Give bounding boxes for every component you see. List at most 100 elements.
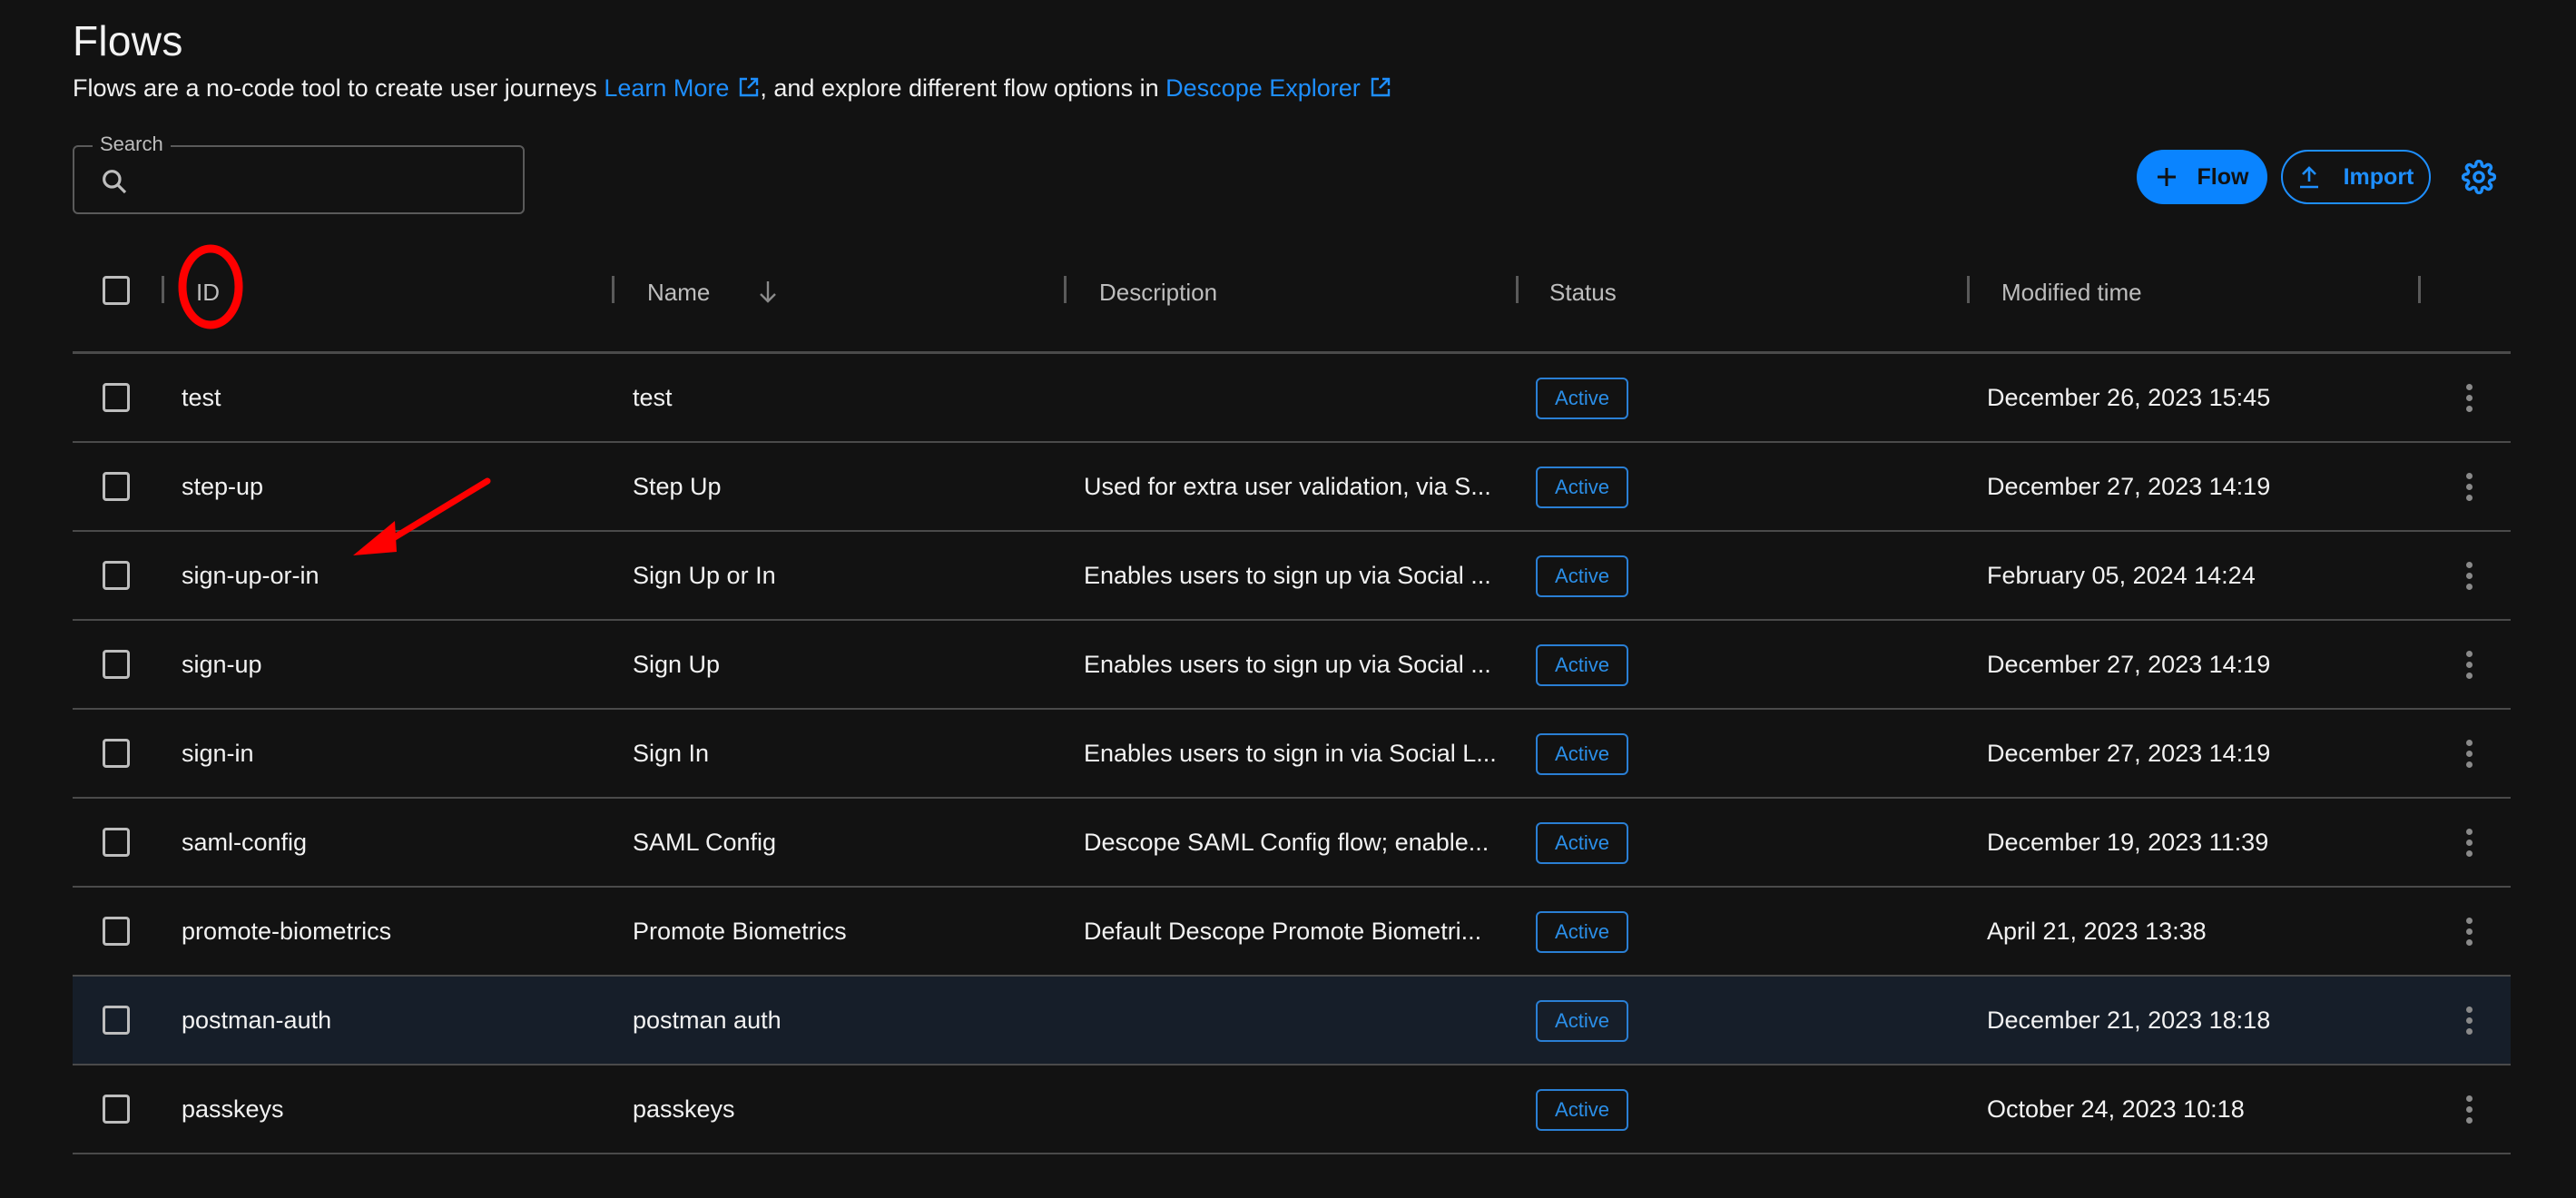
table-body: test test Active December 26, 2023 15:45… bbox=[73, 354, 2511, 1154]
table-row[interactable]: saml-config SAML Config Descope SAML Con… bbox=[73, 799, 2511, 888]
table-row[interactable]: postman-auth postman auth Active Decembe… bbox=[73, 977, 2511, 1065]
column-resizer[interactable] bbox=[162, 276, 164, 303]
table-row[interactable]: passkeys passkeys Active October 24, 202… bbox=[73, 1065, 2511, 1154]
table-row[interactable]: sign-in Sign In Enables users to sign in… bbox=[73, 710, 2511, 799]
row-checkbox[interactable] bbox=[103, 383, 130, 412]
row-actions-menu-icon[interactable] bbox=[2451, 646, 2487, 682]
column-resizer[interactable] bbox=[1516, 276, 1519, 303]
plus-icon bbox=[2157, 168, 2176, 186]
table-row[interactable]: sign-up-or-in Sign Up or In Enables user… bbox=[73, 532, 2511, 621]
cell-name: Sign Up or In bbox=[633, 561, 776, 589]
status-badge: Active bbox=[1536, 911, 1628, 953]
import-label: Import bbox=[2343, 163, 2414, 190]
cell-id: sign-up-or-in bbox=[182, 561, 320, 589]
row-actions-menu-icon[interactable] bbox=[2451, 557, 2487, 594]
status-badge: Active bbox=[1536, 1000, 1628, 1042]
cell-name: Sign Up bbox=[633, 650, 721, 678]
cell-description: Default Descope Promote Biometri... bbox=[1084, 917, 1482, 945]
descope-explorer-label: Descope Explorer bbox=[1165, 74, 1361, 102]
upload-icon bbox=[2299, 166, 2318, 189]
cell-modified-time: December 21, 2023 18:18 bbox=[1987, 1006, 2271, 1034]
cell-modified-time: December 27, 2023 14:19 bbox=[1987, 739, 2271, 767]
row-checkbox[interactable] bbox=[103, 1095, 130, 1124]
column-header-status[interactable]: Status bbox=[1549, 274, 1617, 310]
column-header-modified-time[interactable]: Modified time bbox=[2001, 274, 2142, 310]
column-header-id-label: ID bbox=[196, 278, 220, 306]
row-actions-menu-icon[interactable] bbox=[2451, 1002, 2487, 1038]
column-resizer[interactable] bbox=[1967, 276, 1970, 303]
column-header-modified-label: Modified time bbox=[2001, 278, 2142, 306]
page-subtitle: Flows are a no-code tool to create user … bbox=[73, 74, 1391, 103]
column-resizer[interactable] bbox=[612, 276, 615, 303]
external-link-icon bbox=[740, 77, 759, 97]
cell-id: promote-biometrics bbox=[182, 917, 392, 945]
gear-icon[interactable] bbox=[2462, 160, 2496, 194]
row-checkbox[interactable] bbox=[103, 650, 130, 679]
cell-description: Used for extra user validation, via S... bbox=[1084, 472, 1491, 500]
table-row[interactable]: sign-up Sign Up Enables users to sign up… bbox=[73, 621, 2511, 710]
cell-name: Sign In bbox=[633, 739, 710, 767]
cell-id: step-up bbox=[182, 472, 264, 500]
search-label: Search bbox=[93, 133, 171, 156]
add-flow-button[interactable]: Flow bbox=[2137, 150, 2267, 204]
cell-id: passkeys bbox=[182, 1095, 284, 1123]
search-field[interactable]: Search bbox=[73, 133, 525, 214]
row-checkbox[interactable] bbox=[103, 561, 130, 590]
column-header-id[interactable]: ID bbox=[196, 274, 220, 310]
select-all-checkbox[interactable] bbox=[103, 276, 130, 305]
column-header-name-label: Name bbox=[647, 278, 711, 306]
cell-modified-time: December 19, 2023 11:39 bbox=[1987, 828, 2269, 856]
search-input[interactable] bbox=[143, 160, 510, 201]
status-badge: Active bbox=[1536, 822, 1628, 864]
cell-id: sign-up bbox=[182, 650, 262, 678]
cell-modified-time: February 05, 2024 14:24 bbox=[1987, 561, 2256, 589]
status-badge: Active bbox=[1536, 733, 1628, 775]
row-actions-menu-icon[interactable] bbox=[2451, 1091, 2487, 1127]
status-badge: Active bbox=[1536, 644, 1628, 686]
table-row[interactable]: step-up Step Up Used for extra user vali… bbox=[73, 443, 2511, 532]
row-actions-menu-icon[interactable] bbox=[2451, 735, 2487, 771]
flows-table: ID Name Description Status Modified time… bbox=[73, 238, 2511, 1154]
cell-description: Enables users to sign up via Social ... bbox=[1084, 650, 1491, 678]
status-badge: Active bbox=[1536, 555, 1628, 597]
cell-name: passkeys bbox=[633, 1095, 735, 1123]
column-resizer[interactable] bbox=[2418, 276, 2421, 303]
cell-name: Step Up bbox=[633, 472, 722, 500]
page-title: Flows bbox=[73, 17, 183, 64]
cell-id: test bbox=[182, 383, 221, 411]
row-checkbox[interactable] bbox=[103, 917, 130, 946]
column-header-name[interactable]: Name bbox=[647, 274, 779, 310]
cell-id: saml-config bbox=[182, 828, 308, 856]
cell-modified-time: October 24, 2023 10:18 bbox=[1987, 1095, 2245, 1123]
row-checkbox[interactable] bbox=[103, 472, 130, 501]
cell-name: Promote Biometrics bbox=[633, 917, 847, 945]
subtitle-text-prefix: Flows are a no-code tool to create user … bbox=[73, 74, 605, 102]
add-flow-label: Flow bbox=[2197, 163, 2249, 190]
status-badge: Active bbox=[1536, 466, 1628, 508]
cell-name: test bbox=[633, 383, 673, 411]
learn-more-link[interactable]: Learn More bbox=[604, 74, 760, 102]
table-row[interactable]: promote-biometrics Promote Biometrics De… bbox=[73, 888, 2511, 977]
row-checkbox[interactable] bbox=[103, 739, 130, 768]
column-resizer[interactable] bbox=[1064, 276, 1067, 303]
table-row[interactable]: test test Active December 26, 2023 15:45 bbox=[73, 354, 2511, 443]
descope-explorer-link[interactable]: Descope Explorer bbox=[1165, 74, 1391, 102]
column-header-status-label: Status bbox=[1549, 278, 1617, 306]
row-actions-menu-icon[interactable] bbox=[2451, 913, 2487, 949]
cell-modified-time: April 21, 2023 13:38 bbox=[1987, 917, 2207, 945]
cell-name: SAML Config bbox=[633, 828, 777, 856]
cell-name: postman auth bbox=[633, 1006, 782, 1034]
column-header-description[interactable]: Description bbox=[1099, 274, 1217, 310]
row-checkbox[interactable] bbox=[103, 828, 130, 857]
cell-modified-time: December 26, 2023 15:45 bbox=[1987, 383, 2271, 411]
column-header-description-label: Description bbox=[1099, 278, 1218, 306]
search-icon bbox=[103, 170, 127, 194]
cell-description: Enables users to sign up via Social ... bbox=[1084, 561, 1491, 589]
row-actions-menu-icon[interactable] bbox=[2451, 824, 2487, 860]
status-badge: Active bbox=[1536, 378, 1628, 419]
external-link-icon bbox=[1371, 77, 1390, 97]
row-checkbox[interactable] bbox=[103, 1006, 130, 1035]
import-button[interactable]: Import bbox=[2281, 150, 2431, 204]
row-actions-menu-icon[interactable] bbox=[2451, 468, 2487, 505]
row-actions-menu-icon[interactable] bbox=[2451, 379, 2487, 416]
